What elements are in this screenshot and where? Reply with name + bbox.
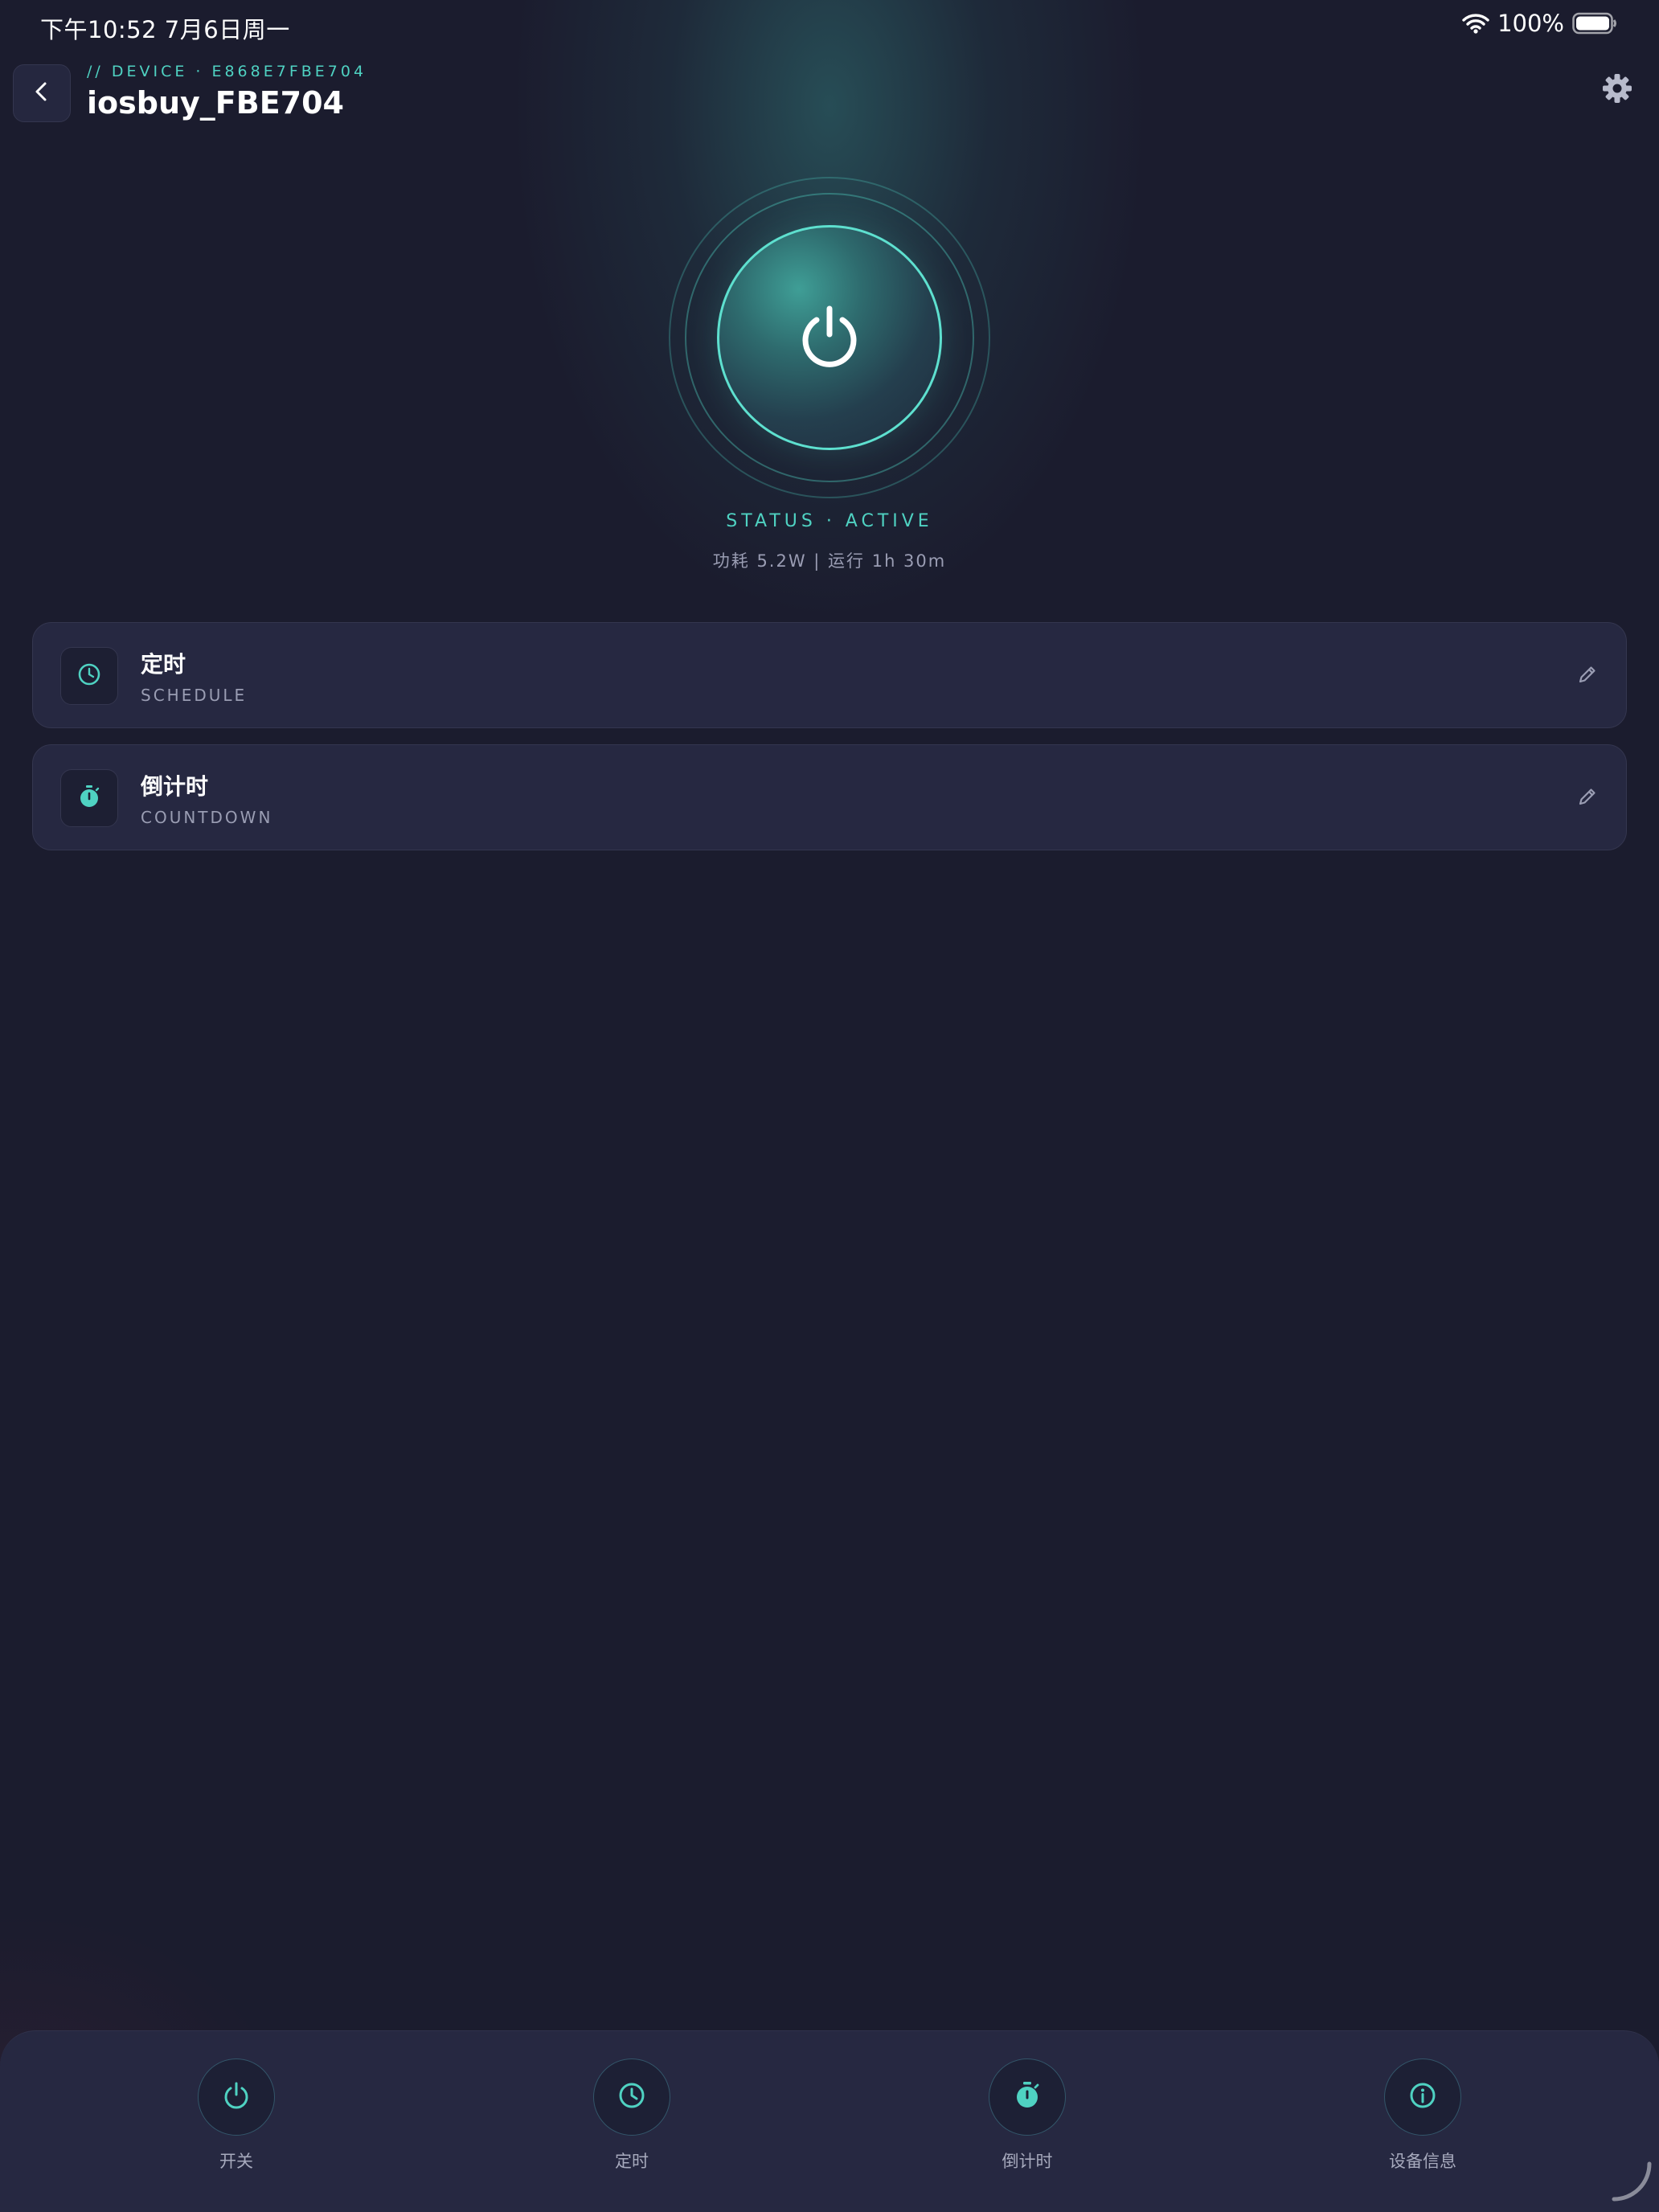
nav-item-countdown[interactable]: 倒计时	[947, 2058, 1108, 2179]
nav-label-schedule: 定时	[615, 2152, 649, 2171]
nav-item-power[interactable]: 开关	[156, 2058, 317, 2179]
nav-item-device-info[interactable]: 设备信息	[1342, 2058, 1503, 2179]
info-icon	[1407, 2079, 1439, 2115]
device-id: // DEVICE · E868E7FBE704	[87, 63, 367, 80]
countdown-edit-button[interactable]	[1571, 782, 1604, 814]
clock-icon	[616, 2079, 648, 2115]
battery-icon	[1572, 12, 1617, 35]
status-bar: 下午10:52 7月6日周一 100%	[0, 0, 1659, 51]
battery-percent: 100%	[1497, 10, 1564, 37]
wifi-icon	[1462, 13, 1489, 34]
schedule-edit-button[interactable]	[1571, 660, 1604, 692]
power-stats: 功耗 5.2W | 运行 1h 30m	[712, 551, 947, 571]
nav-item-schedule[interactable]: 定时	[551, 2058, 712, 2179]
pencil-icon	[1576, 785, 1599, 811]
nav-info-circle	[1384, 2058, 1461, 2136]
clock-icon	[76, 662, 102, 690]
countdown-card[interactable]: 倒计时 COUNTDOWN	[32, 744, 1627, 850]
schedule-card-title: 定时	[141, 651, 186, 678]
countdown-card-icon-box	[60, 769, 118, 827]
gear-icon	[1601, 72, 1633, 108]
bottom-nav: 开关 定时 倒计时 设备信息	[0, 2030, 1659, 2212]
schedule-card-icon-box	[60, 647, 118, 705]
power-status: STATUS · ACTIVE	[726, 511, 933, 531]
schedule-card-subtitle: SCHEDULE	[141, 686, 248, 705]
countdown-card-subtitle: COUNTDOWN	[141, 808, 273, 827]
power-icon	[796, 302, 863, 373]
stopwatch-icon	[76, 784, 102, 813]
stopwatch-icon	[1011, 2079, 1043, 2115]
nav-power-circle	[198, 2058, 275, 2136]
schedule-card[interactable]: 定时 SCHEDULE	[32, 622, 1627, 728]
nav-label-power: 开关	[219, 2152, 253, 2171]
device-control-screen: 下午10:52 7月6日周一 100% // DEVICE · E868E7FB…	[0, 0, 1659, 2212]
back-button[interactable]	[13, 64, 71, 122]
power-icon	[220, 2079, 252, 2115]
settings-button[interactable]	[1598, 71, 1636, 109]
status-time: 下午10:52 7月6日周一	[40, 16, 290, 43]
resize-handle[interactable]	[1608, 2161, 1656, 2209]
pencil-icon	[1576, 663, 1599, 689]
nav-schedule-circle	[593, 2058, 670, 2136]
status-right: 100%	[1462, 10, 1617, 37]
chevron-left-icon	[30, 80, 54, 107]
nav-countdown-circle	[989, 2058, 1066, 2136]
nav-label-device-info: 设备信息	[1389, 2152, 1456, 2171]
nav-label-countdown: 倒计时	[1002, 2152, 1053, 2171]
power-toggle-button[interactable]	[717, 225, 942, 450]
countdown-card-title: 倒计时	[141, 773, 209, 800]
page-title: iosbuy_FBE704	[87, 85, 344, 121]
